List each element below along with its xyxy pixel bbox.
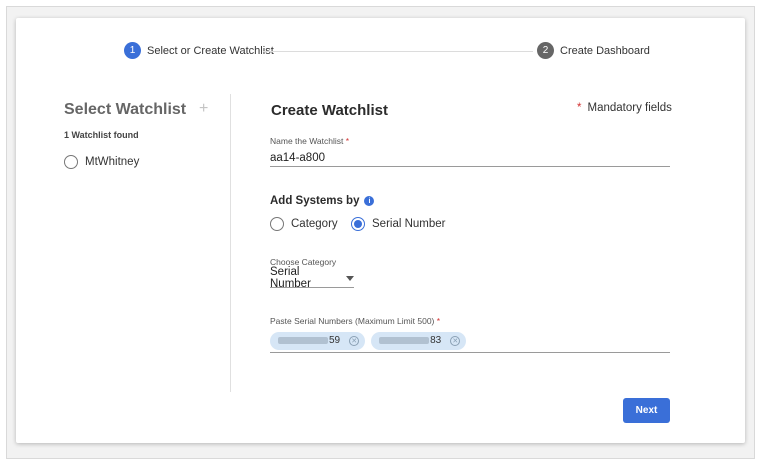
option-serial-label: Serial Number (372, 218, 446, 230)
remove-chip-icon[interactable]: ✕ (349, 335, 360, 346)
required-star: * (577, 102, 582, 114)
option-category[interactable]: Category (270, 217, 338, 231)
redacted-text (278, 337, 328, 344)
add-systems-by: Add Systems by i (270, 195, 375, 207)
watchlist-name-input[interactable] (270, 149, 670, 167)
serial-number-radio[interactable] (351, 217, 365, 231)
watchlist-item-label: MtWhitney (85, 156, 140, 168)
step-create-dashboard: 2 Create Dashboard (537, 42, 650, 59)
step-select-watchlist: 1 Select or Create Watchlist (124, 42, 274, 59)
wizard-card: 1 Select or Create Watchlist 2 Create Da… (16, 18, 745, 443)
info-icon[interactable]: i (364, 196, 375, 206)
watchlist-radio[interactable] (64, 155, 78, 169)
select-watchlist-title: Select Watchlist (64, 101, 187, 118)
panel-divider (230, 94, 231, 392)
serials-label-text: Paste Serial Numbers (Maximum Limit 500) (270, 316, 435, 326)
option-serial-number[interactable]: Serial Number (351, 217, 446, 231)
watchlist-name-label: Name the Watchlist * (270, 136, 349, 146)
remove-chip-icon[interactable]: ✕ (450, 335, 461, 346)
category-select-value: Serial Number (270, 266, 311, 290)
serial-chip: 59 ✕ (270, 331, 366, 350)
stepper-connector (263, 51, 533, 52)
mandatory-note: * Mandatory fields (577, 102, 672, 114)
redacted-text (379, 337, 430, 344)
step-number-2: 2 (537, 42, 554, 59)
step-label-2: Create Dashboard (560, 44, 650, 57)
name-label-text: Name the Watchlist (270, 136, 344, 146)
name-required-mark: * (345, 136, 350, 146)
add-systems-label: Add Systems by (270, 195, 360, 207)
mandatory-text: Mandatory fields (587, 102, 672, 114)
chip-suffix: 83 (430, 335, 442, 346)
category-radio[interactable] (270, 217, 284, 231)
option-category-label: Category (291, 218, 338, 230)
serials-required-mark: * (436, 316, 441, 326)
step-label-1: Select or Create Watchlist (147, 44, 274, 57)
step-number-1: 1 (124, 42, 141, 59)
next-button[interactable]: Next (623, 398, 670, 423)
caret-down-icon (346, 275, 354, 281)
watchlist-count: 1 Watchlist found (64, 130, 139, 140)
serial-numbers-label: Paste Serial Numbers (Maximum Limit 500)… (270, 316, 440, 326)
watchlist-item-mtwhitney[interactable]: MtWhitney (64, 155, 139, 169)
serial-chip: 83 ✕ (371, 331, 467, 350)
create-watchlist-title: Create Watchlist (271, 102, 388, 119)
category-select[interactable]: Serial Number (270, 266, 354, 290)
chip-suffix: 59 (329, 335, 341, 346)
serial-numbers-input[interactable]: 59 ✕ 83 ✕ (270, 329, 670, 353)
plus-icon[interactable]: + (199, 100, 208, 118)
